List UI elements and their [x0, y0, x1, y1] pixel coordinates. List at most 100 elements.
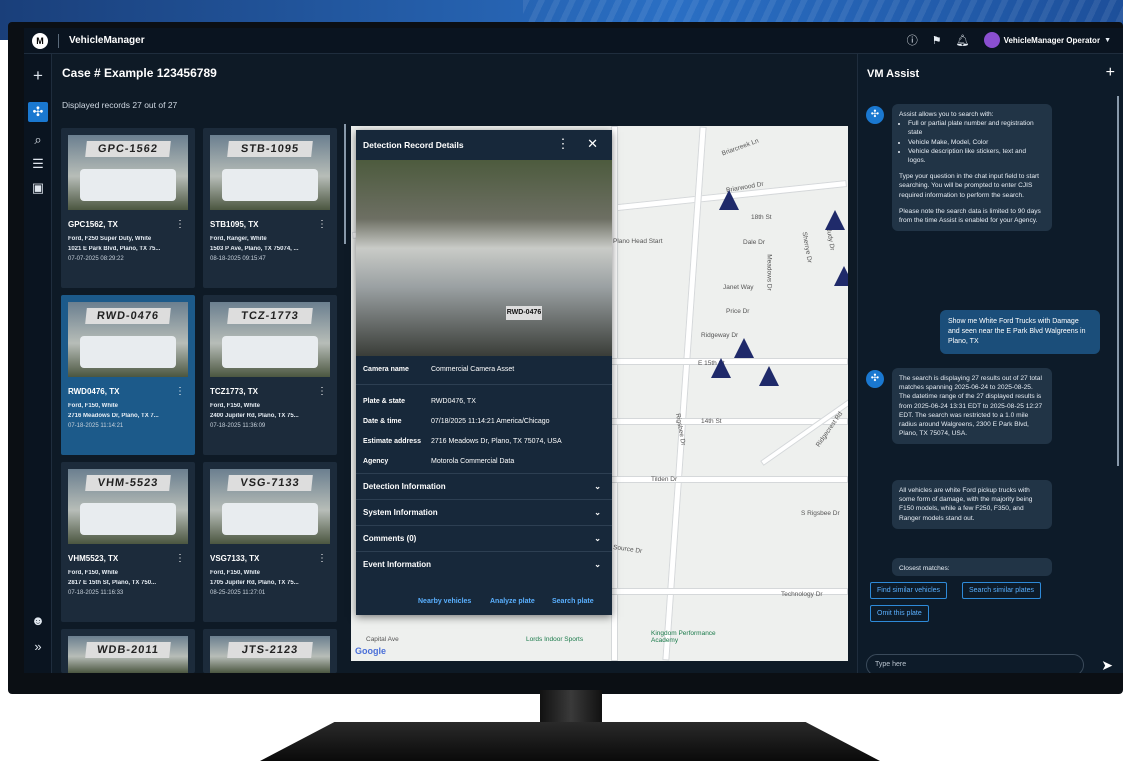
vehicle-image: VSG-7133	[210, 469, 330, 544]
map-label: Dale Dr	[743, 239, 766, 246]
assist-title: VM Assist	[867, 68, 920, 80]
more-options-icon[interactable]: ⋮	[175, 553, 185, 564]
record-datetime: 07-07-2025 08:29:22	[68, 256, 124, 262]
record-description: Ford, F250 Super Duty, White	[68, 236, 152, 242]
vm-assist-panel: VM Assist + ✣ Assist allows you to searc…	[857, 54, 1123, 673]
assist-message: Assist allows you to search with: Full o…	[892, 104, 1052, 232]
more-options-icon[interactable]: ⋮	[317, 386, 327, 397]
vehicle-map-pin[interactable]	[825, 210, 845, 230]
list-icon[interactable]: ☰	[28, 154, 48, 174]
record-card[interactable]: WDB-2011	[61, 629, 195, 673]
new-chat-icon[interactable]: +	[1106, 64, 1115, 82]
map-label: Janet Way	[723, 284, 754, 291]
section-system-information[interactable]: System Information ⌄	[363, 508, 605, 517]
more-options-icon[interactable]: ⋮	[556, 136, 569, 151]
section-event-information[interactable]: Event Information ⌄	[363, 560, 605, 569]
map-poi-label[interactable]: Kingdom Performance Academy	[651, 630, 731, 644]
record-address: 2400 Jupiter Rd, Plano, TX 75...	[210, 413, 299, 419]
record-plate: VSG7133, TX	[210, 554, 260, 563]
motorola-logo-icon: M	[32, 32, 48, 49]
expand-icon[interactable]: »	[28, 636, 48, 656]
record-description: Ford, F150, White	[210, 570, 261, 576]
record-card[interactable]: GPC-1562 GPC1562, TX ⋮ Ford, F250 Super …	[61, 128, 195, 288]
map-label: Technology Dr	[781, 591, 823, 598]
plus-icon[interactable]: +	[28, 66, 48, 86]
section-comments[interactable]: Comments (0) ⌄	[363, 534, 605, 543]
map-label: Price Dr	[726, 308, 750, 315]
map-label: Plano Head Start	[613, 238, 663, 245]
google-logo: Google	[355, 646, 386, 656]
vehicle-map-pin[interactable]	[834, 266, 848, 286]
displayed-records: Displayed records 27 out of 27	[62, 100, 178, 110]
record-description: Ford, Ranger, White	[210, 236, 267, 242]
assist-bot-icon: ✣	[866, 106, 884, 124]
results-scrollbar[interactable]	[344, 124, 346, 244]
record-datetime: 07-18-2025 11:16:33	[68, 590, 124, 596]
record-card[interactable]: TCZ-1773 TCZ1773, TX ⋮ Ford, F150, White…	[203, 295, 337, 455]
left-rail: + ✣ ⌕ ☰ ▣ ☻ »	[24, 54, 52, 673]
record-card[interactable]: JTS-2123	[203, 629, 337, 673]
search-icon[interactable]: ⌕	[28, 130, 48, 150]
more-options-icon[interactable]: ⋮	[175, 386, 185, 397]
user-message: Show me White Ford Trucks with Damage an…	[940, 310, 1100, 354]
find-similar-vehicles-button[interactable]: Find similar vehicles	[870, 582, 948, 599]
assist-message: The search is displaying 27 results out …	[892, 368, 1052, 445]
vehicle-photo: RWD-0476	[356, 160, 612, 356]
record-address: 1503 P Ave, Plano, TX 75074, ...	[210, 246, 299, 252]
map-label: Meadows Dr	[765, 254, 773, 291]
map-label: S Rigsbee Dr	[801, 510, 840, 517]
chat-scrollbar[interactable]	[1117, 96, 1119, 466]
smiley-icon[interactable]: ☻	[28, 610, 48, 630]
vehicle-image: VHM-5523	[68, 469, 188, 544]
bell-icon[interactable]: 🔔︎	[956, 34, 970, 47]
nearby-vehicles-button[interactable]: Nearby vehicles	[418, 598, 471, 605]
vehicle-image: TCZ-1773	[210, 302, 330, 377]
record-plate: RWD0476, TX	[68, 387, 120, 396]
chevron-down-icon: ⌄	[594, 534, 601, 543]
map-label: Sherrye Dr	[800, 231, 813, 264]
record-datetime: 07-18-2025 11:36:09	[210, 423, 266, 429]
send-icon[interactable]: ➤	[1101, 657, 1113, 673]
record-datetime: 08-25-2025 11:27:01	[210, 590, 266, 596]
results-panel: Case # Example 123456789 Displayed recor…	[52, 54, 342, 673]
chevron-down-icon: ⌄	[594, 482, 601, 491]
detail-field: Plate & state RWD0476, TX	[363, 398, 476, 405]
dialog-title: Detection Record Details	[363, 140, 464, 150]
analyze-plate-button[interactable]: Analyze plate	[490, 598, 535, 605]
case-title: Case # Example 123456789	[62, 66, 217, 80]
vehicle-map-pin[interactable]	[734, 338, 754, 358]
vehicle-map-pin[interactable]	[759, 366, 779, 386]
record-address: 1021 E Park Blvd, Plano, TX 75...	[68, 246, 161, 252]
divider	[58, 33, 59, 48]
search-plate-button[interactable]: Search plate	[552, 598, 594, 605]
more-options-icon[interactable]: ⋮	[317, 553, 327, 564]
map-label: 18th St	[751, 214, 772, 221]
search-similar-plates-button[interactable]: Search similar plates	[962, 582, 1041, 599]
app-title: VehicleManager	[69, 35, 145, 46]
more-options-icon[interactable]: ⋮	[175, 219, 185, 230]
vehicle-image: STB-1095	[210, 135, 330, 210]
record-card[interactable]: VSG-7133 VSG7133, TX ⋮ Ford, F150, White…	[203, 462, 337, 622]
map-poi-label[interactable]: Lords Indoor Sports	[526, 636, 583, 643]
archive-icon[interactable]: ▣	[28, 178, 48, 198]
info-icon[interactable]: ⓘ	[907, 32, 918, 48]
assist-message: All vehicles are white Ford pickup truck…	[892, 480, 1052, 529]
user-menu[interactable]: VehicleManager Operator ▼	[983, 32, 1111, 48]
flag-notification-icon[interactable]: ⚑	[932, 34, 942, 47]
assist-icon[interactable]: ✣	[28, 102, 48, 122]
record-address: 2817 E 15th St, Plano, TX 750...	[68, 580, 157, 586]
section-detection-information[interactable]: Detection Information ⌄	[363, 482, 605, 491]
close-icon[interactable]: ✕	[587, 136, 598, 151]
record-description: Ford, F150, White	[68, 570, 119, 576]
chat-input[interactable]: Type here	[866, 654, 1084, 673]
omit-this-plate-button[interactable]: Omit this plate	[870, 605, 929, 622]
app-screen: M VehicleManager ⓘ ⚑ 🔔︎ VehicleManager O…	[24, 28, 1123, 673]
map-label: Briarcreek Ln	[720, 137, 760, 158]
record-card[interactable]: STB-1095 STB1095, TX ⋮ Ford, Ranger, Whi…	[203, 128, 337, 288]
chevron-down-icon: ⌄	[594, 560, 601, 569]
record-card[interactable]: VHM-5523 VHM5523, TX ⋮ Ford, F150, White…	[61, 462, 195, 622]
more-options-icon[interactable]: ⋮	[317, 219, 327, 230]
record-card-selected[interactable]: RWD-0476 RWD0476, TX ⋮ Ford, F150, White…	[61, 295, 195, 455]
camera-name-row: Camera name Commercial Camera Asset	[363, 366, 515, 373]
top-bar: M VehicleManager ⓘ ⚑ 🔔︎ VehicleManager O…	[24, 28, 1123, 54]
